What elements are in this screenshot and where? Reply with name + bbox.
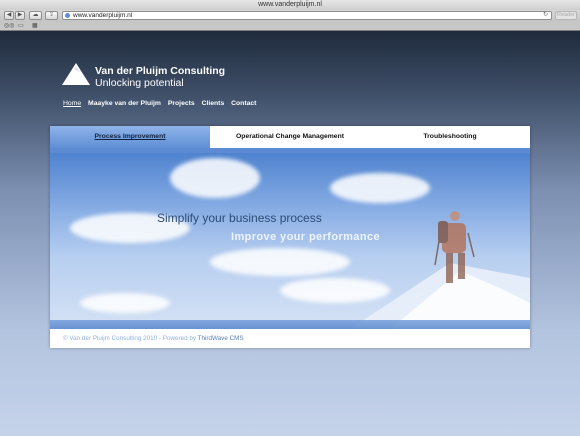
tab-troubleshooting[interactable]: Troubleshooting	[370, 126, 530, 148]
page: Van der Pluijm Consulting Unlocking pote…	[0, 31, 580, 436]
tab-process-improvement[interactable]: Process Improvement	[50, 126, 210, 148]
back-button[interactable]: ◀	[4, 11, 14, 20]
footer-copyright: © Van der Pluijm Consulting 2010 - Power…	[63, 335, 196, 342]
nav-maayke[interactable]: Maayke van der Pluijm	[88, 100, 161, 107]
hero-subheadline: Improve your performance	[231, 231, 380, 243]
reading-list-icon[interactable]: ◎◎	[4, 22, 14, 30]
share-icon[interactable]: ⇪	[45, 11, 58, 20]
main-nav: Home Maayke van der Pluijm Projects Clie…	[63, 100, 261, 107]
nav-contact[interactable]: Contact	[231, 100, 256, 107]
mountain-logo-icon	[62, 63, 90, 85]
window-title: www.vanderpluijm.nl	[0, 0, 580, 10]
reload-icon[interactable]: ↻	[543, 12, 548, 19]
hero-banner: Simplify your business process Improve y…	[50, 153, 530, 329]
nav-projects[interactable]: Projects	[168, 100, 195, 107]
hero-bottom-strip	[50, 320, 530, 329]
site-tagline: Unlocking potential	[95, 77, 184, 89]
footer-cms-link[interactable]: ThirdWave CMS	[198, 335, 244, 342]
hero-headline: Simplify your business process	[157, 211, 322, 225]
top-sites-icon[interactable]: ▦	[32, 22, 38, 30]
nav-clients[interactable]: Clients	[202, 100, 225, 107]
bookmarks-bar: ◎◎ ▭ ▦	[0, 22, 580, 31]
cloud-icon[interactable]: ☁	[29, 11, 42, 20]
nav-home[interactable]: Home	[63, 100, 81, 107]
url-text: www.vanderpluijm.nl	[73, 12, 133, 19]
service-tabs: Process Improvement Operational Change M…	[50, 126, 530, 148]
address-bar[interactable]: www.vanderpluijm.nl ↻	[62, 11, 552, 20]
globe-icon	[65, 13, 70, 18]
browser-toolbar: ◀ ▶ ☁ ⇪ www.vanderpluijm.nl ↻ Reader	[0, 10, 580, 22]
content-panel: Process Improvement Operational Change M…	[50, 126, 530, 348]
site-title: Van der Pluijm Consulting	[95, 65, 226, 77]
forward-button[interactable]: ▶	[15, 11, 25, 20]
bookmarks-icon[interactable]: ▭	[18, 22, 24, 30]
reader-button[interactable]: Reader	[555, 11, 577, 20]
footer: © Van der Pluijm Consulting 2010 - Power…	[63, 335, 244, 342]
tab-operational-change-management[interactable]: Operational Change Management	[210, 126, 370, 148]
